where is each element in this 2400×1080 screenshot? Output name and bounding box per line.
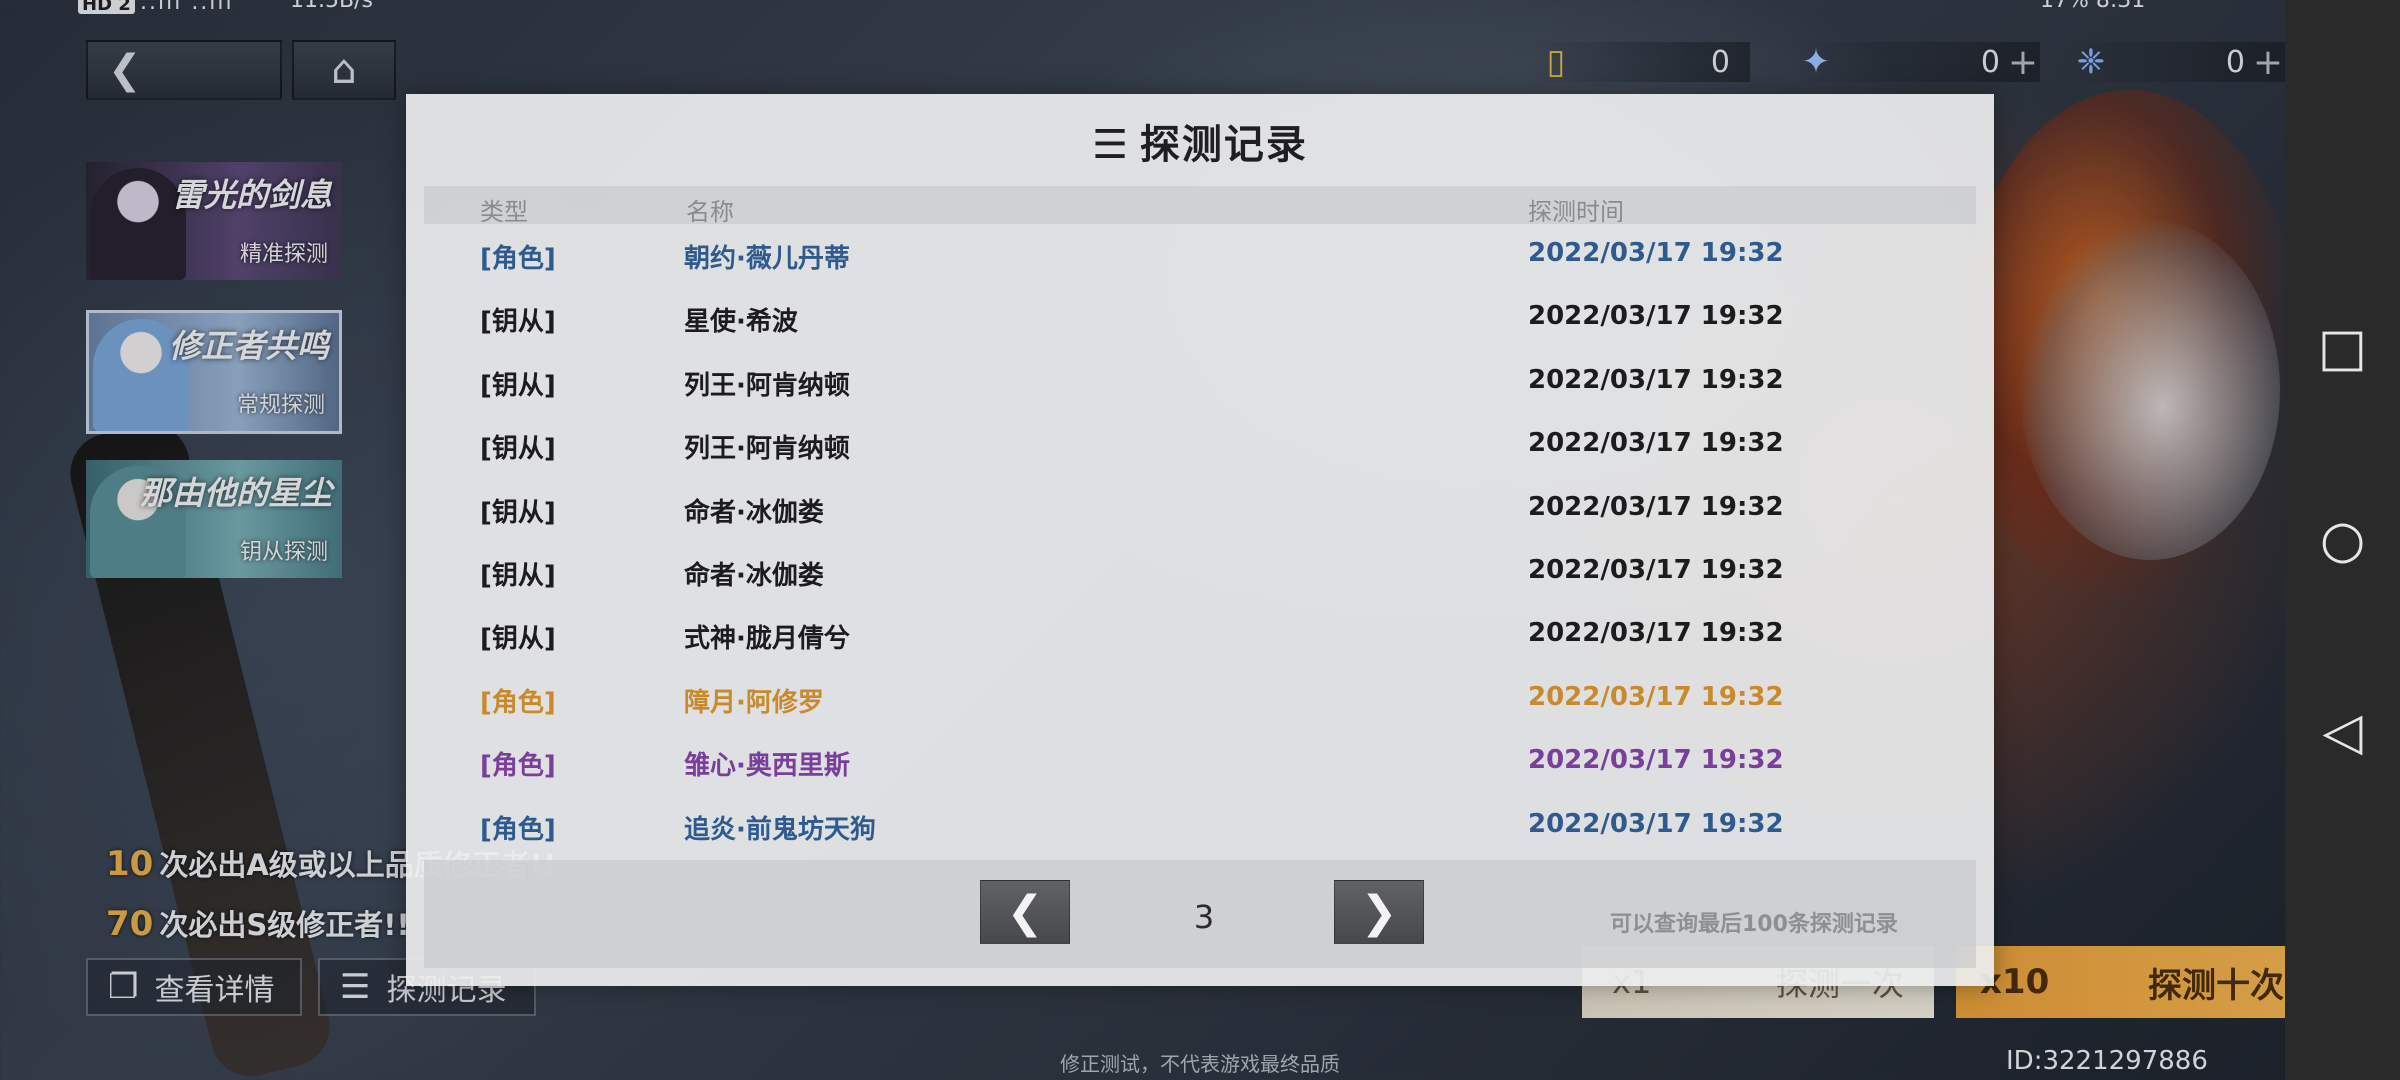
record-time: 2022/03/17 19:32 xyxy=(1528,238,1784,268)
table-row: [钥从] 列王·阿肯纳顿 2022/03/17 19:32 xyxy=(424,351,1976,414)
record-type: [角色] xyxy=(480,244,556,274)
record-name: 列王·阿肯纳顿 xyxy=(684,370,850,401)
record-type: [钥从] xyxy=(480,307,556,338)
record-type: [钥从] xyxy=(480,434,556,465)
records-limit-hint: 可以查询最后100条探测记录 xyxy=(1610,912,1898,937)
next-page-button[interactable]: ❯ xyxy=(1334,880,1424,944)
table-row: [钥从] 式神·胧月倩兮 2022/03/17 19:32 xyxy=(424,604,1976,667)
record-type: [角色] xyxy=(480,814,556,845)
prev-page-button[interactable]: ❮ xyxy=(980,880,1070,944)
record-time: 2022/03/17 19:32 xyxy=(1528,428,1784,459)
record-name: 列王·阿肯纳顿 xyxy=(684,434,850,465)
table-row: [角色] 朝约·薇儿丹蒂 2022/03/17 19:32 xyxy=(424,224,1976,287)
record-time: 2022/03/17 19:32 xyxy=(1528,681,1784,712)
record-time: 2022/03/17 19:32 xyxy=(1528,618,1784,649)
record-name: 式神·胧月倩兮 xyxy=(684,624,850,655)
table-row: [钥从] 列王·阿肯纳顿 2022/03/17 19:32 xyxy=(424,414,1976,477)
record-name: 追炎·前鬼坊天狗 xyxy=(684,814,876,845)
record-name: 星使·希波 xyxy=(684,307,798,338)
record-time: 2022/03/17 19:32 xyxy=(1528,301,1784,332)
record-name: 障月·阿修罗 xyxy=(684,687,824,718)
table-row: [角色] 雏心·奥西里斯 2022/03/17 19:32 xyxy=(424,731,1976,794)
record-name: 朝约·薇儿丹蒂 xyxy=(684,244,850,274)
record-type: [钥从] xyxy=(480,497,556,528)
dialog-title: ☰ 探测记录 xyxy=(406,112,1994,170)
table-row: [钥从] 命者·冰伽娄 2022/03/17 19:32 xyxy=(424,541,1976,604)
chevron-left-icon: ❮ xyxy=(1006,886,1044,938)
page-number: 3 xyxy=(1193,898,1215,936)
search-list-icon: ☰ xyxy=(1092,122,1130,168)
records-table-header: 类型 名称 探测时间 xyxy=(424,186,1976,226)
header-name: 名称 xyxy=(686,198,734,226)
record-name: 命者·冰伽娄 xyxy=(684,497,824,528)
table-row: [角色] 障月·阿修罗 2022/03/17 19:32 xyxy=(424,668,1976,731)
chevron-right-icon: ❯ xyxy=(1360,886,1398,938)
probe-records-dialog: ☰ 探测记录 类型 名称 探测时间 [角色] 朝约·薇儿丹蒂 2022/03/17 1… xyxy=(406,94,1994,986)
record-name: 雏心·奥西里斯 xyxy=(684,751,850,782)
record-time: 2022/03/17 19:32 xyxy=(1528,364,1784,395)
recents-icon[interactable]: □ xyxy=(2318,322,2367,374)
table-row: [角色] 追炎·前鬼坊天狗 2022/03/17 19:32 xyxy=(424,795,1976,858)
record-type: [钥从] xyxy=(480,560,556,591)
header-time: 探测时间 xyxy=(1528,198,1624,226)
record-time: 2022/03/17 19:32 xyxy=(1528,491,1784,522)
record-type: [钥从] xyxy=(480,624,556,655)
back-triangle-icon[interactable]: ◁ xyxy=(2323,706,2363,758)
record-time: 2022/03/17 19:32 xyxy=(1528,808,1784,839)
dialog-title-text: 探测记录 xyxy=(1139,122,1308,168)
record-type: [角色] xyxy=(480,751,556,782)
header-type: 类型 xyxy=(480,198,528,226)
record-type: [角色] xyxy=(480,687,556,718)
table-row: [钥从] 命者·冰伽娄 2022/03/17 19:32 xyxy=(424,478,1976,541)
records-table-body: [角色] 朝约·薇儿丹蒂 2022/03/17 19:32 [钥从] 星使·希波 2022… xyxy=(424,224,1976,858)
pagination-bar: ❮ 3 ❯ 可以查询最后100条探测记录 xyxy=(424,860,1976,968)
record-name: 命者·冰伽娄 xyxy=(684,560,824,591)
home-circle-icon[interactable]: ○ xyxy=(2320,514,2365,566)
record-type: [钥从] xyxy=(480,370,556,401)
android-navigation-bar: □ ○ ◁ xyxy=(2285,0,2400,1080)
record-time: 2022/03/17 19:32 xyxy=(1528,745,1784,776)
record-time: 2022/03/17 19:32 xyxy=(1528,554,1784,585)
table-row: [钥从] 星使·希波 2022/03/17 19:32 xyxy=(424,287,1976,350)
